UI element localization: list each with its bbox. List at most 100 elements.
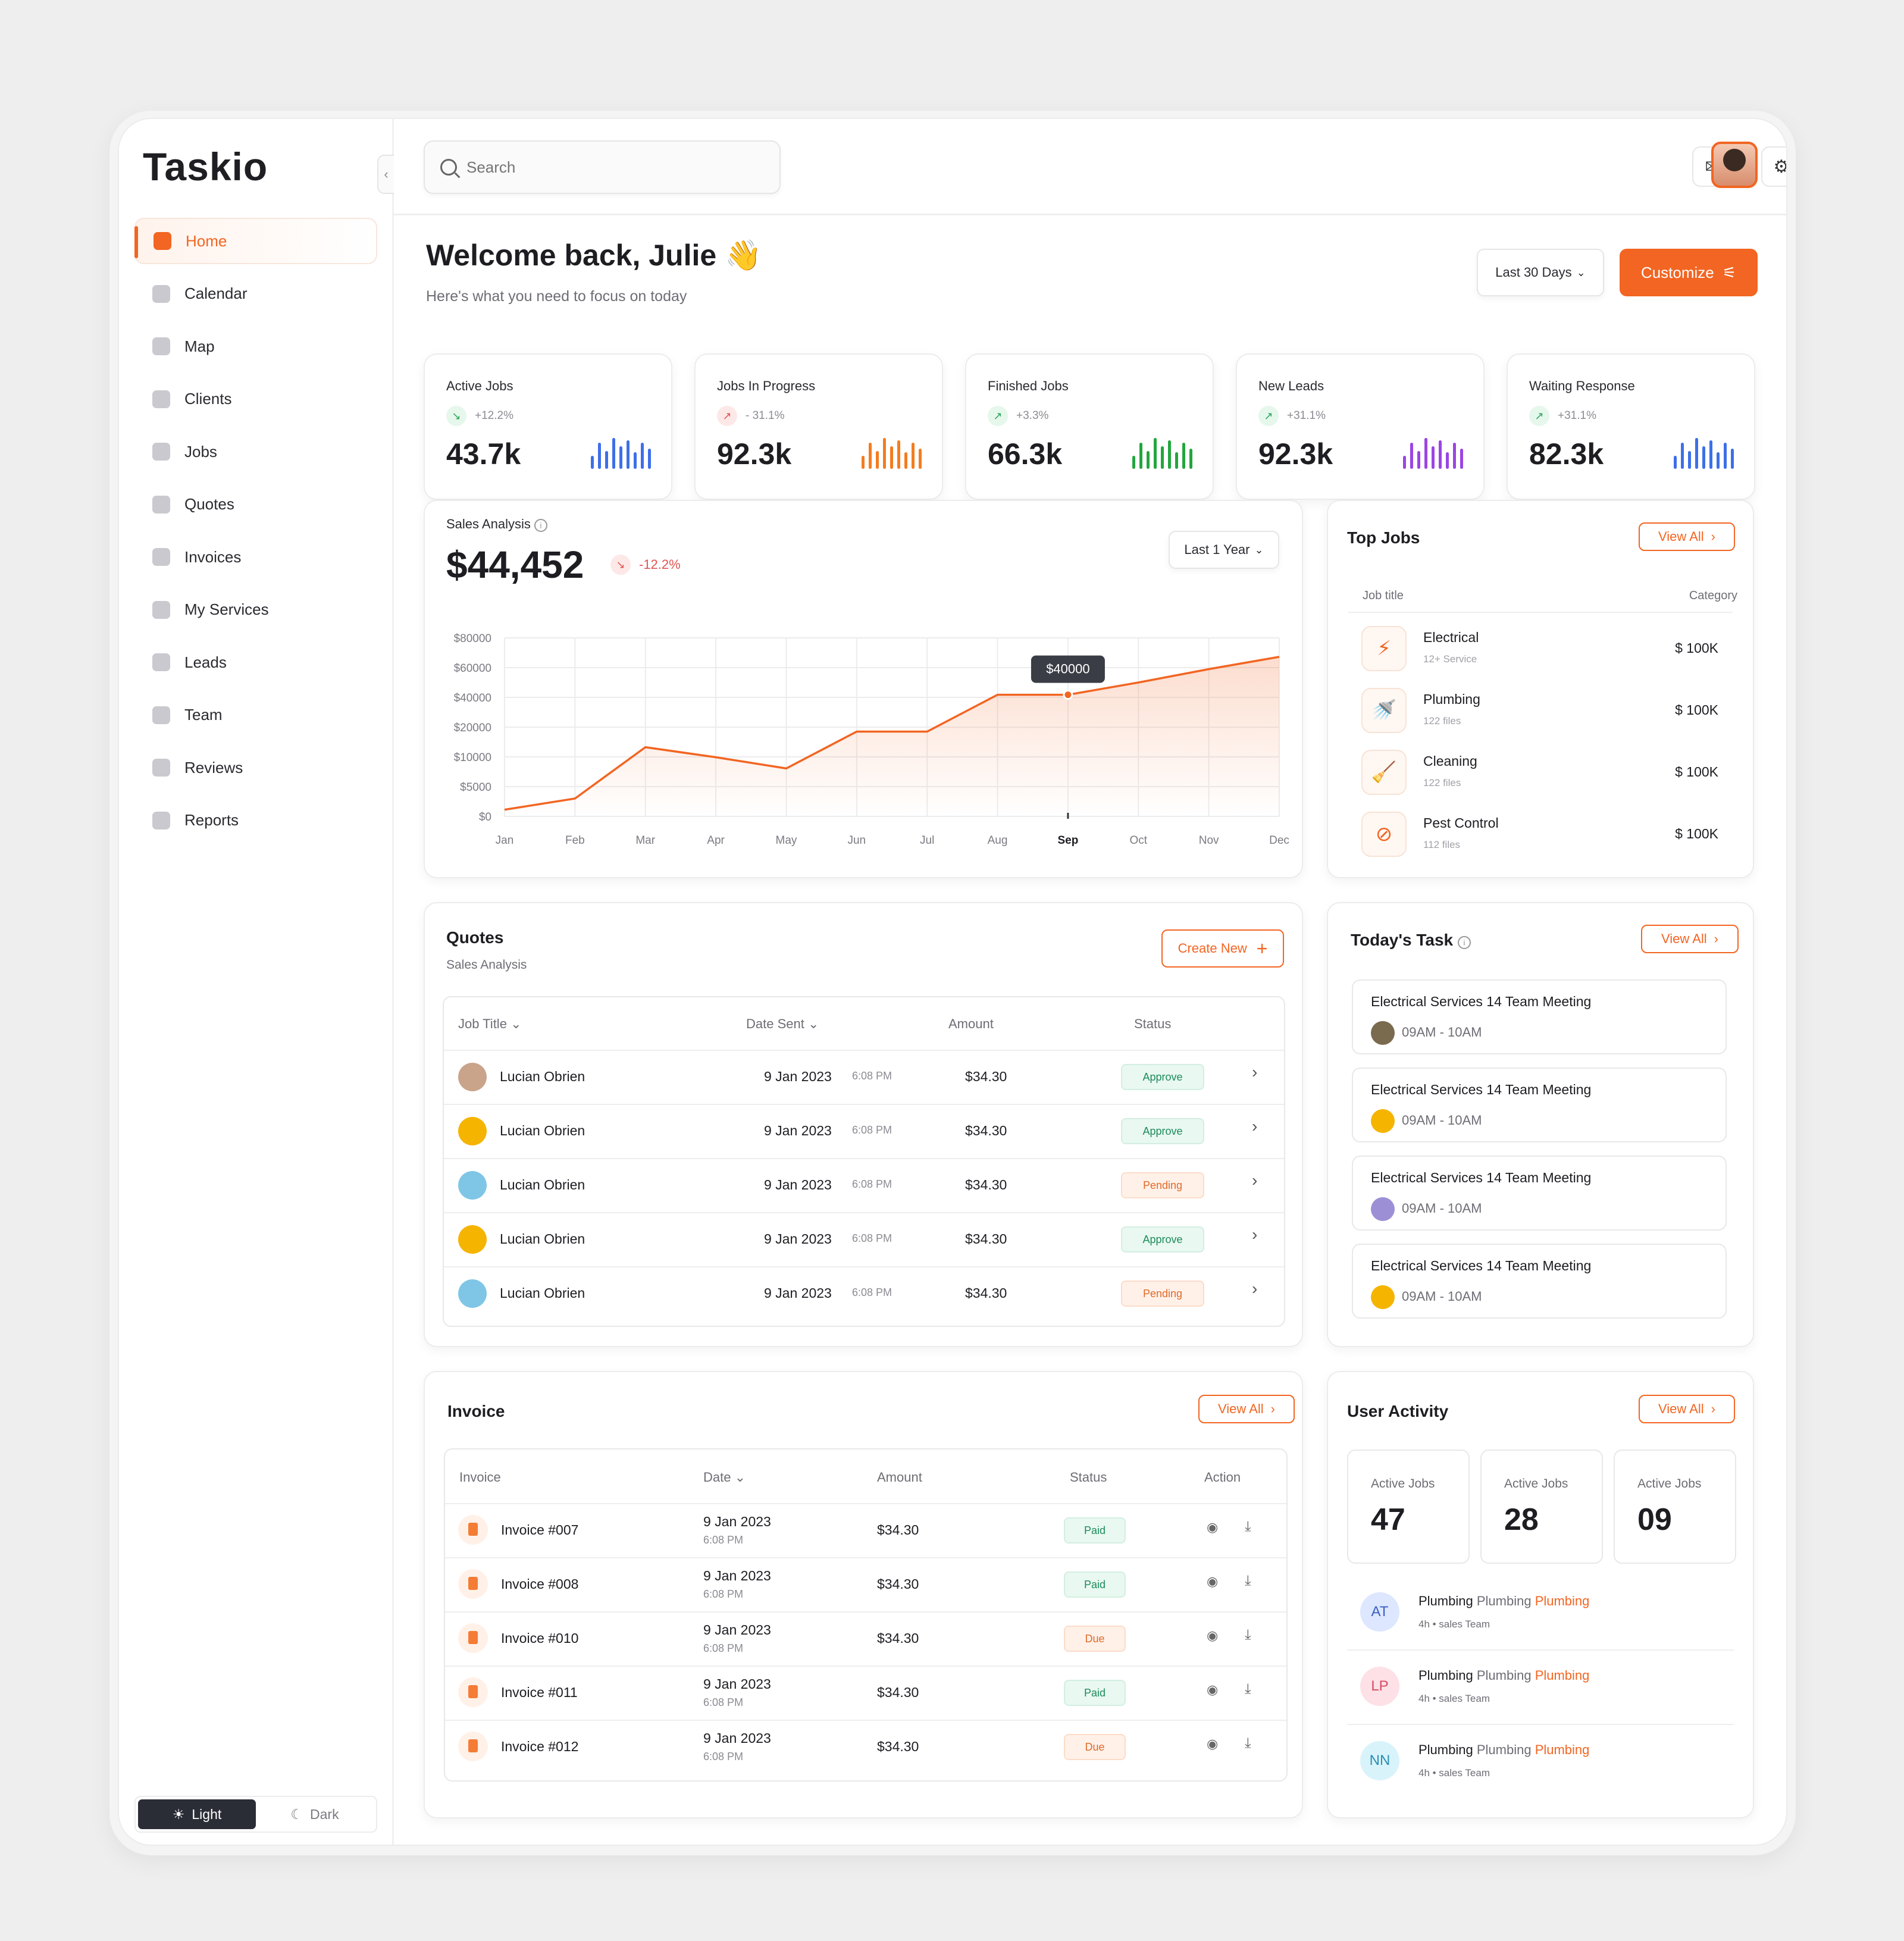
sidebar-item-calendar[interactable]: Calendar bbox=[134, 271, 377, 317]
stat-card-waiting-response[interactable]: Waiting Response ↗ +31.1% 82.3k bbox=[1507, 353, 1755, 500]
col-job-title[interactable]: Job Title ⌄ bbox=[458, 1016, 522, 1032]
date-range-dropdown[interactable]: Last 30 Days ⌄ bbox=[1477, 249, 1604, 296]
download-icon[interactable]: ⤓ bbox=[1245, 1573, 1251, 1589]
search-input[interactable] bbox=[466, 158, 704, 177]
table-row[interactable]: Invoice #008 9 Jan 2023 6:08 PM $34.30 Paid ◉… bbox=[445, 1557, 1286, 1611]
stat-card-new-leads[interactable]: New Leads ↗ +31.1% 92.3k bbox=[1236, 353, 1485, 500]
amount: $34.30 bbox=[877, 1522, 919, 1538]
avatar bbox=[1371, 1197, 1395, 1221]
x-tick-label: Apr bbox=[707, 834, 725, 847]
table-row[interactable]: Invoice #012 9 Jan 2023 6:08 PM $34.30 Due ◉ ⤓ bbox=[445, 1720, 1286, 1774]
avatar bbox=[458, 1225, 487, 1254]
tasks-view-all-button[interactable]: View All › bbox=[1641, 925, 1739, 953]
invoice-time: 6:08 PM bbox=[703, 1696, 744, 1708]
chevron-right-icon[interactable]: › bbox=[1252, 1279, 1257, 1298]
sidebar-item-leads[interactable]: Leads bbox=[134, 639, 377, 685]
chevron-down-icon: ⌄ bbox=[511, 1016, 522, 1031]
eye-icon[interactable]: ◉ bbox=[1207, 1628, 1218, 1643]
amount: $34.30 bbox=[877, 1576, 919, 1592]
quotes-table: Job Title ⌄ Date Sent ⌄ Amount Status Lu… bbox=[443, 996, 1285, 1327]
x-tick-label: Oct bbox=[1129, 834, 1147, 847]
table-row[interactable]: Lucian Obrien 9 Jan 2023 6:08 PM $34.30 Pend… bbox=[444, 1266, 1284, 1320]
sidebar-item-clients[interactable]: Clients bbox=[134, 376, 377, 422]
table-row[interactable]: Lucian Obrien 9 Jan 2023 6:08 PM $34.30 Appr… bbox=[444, 1104, 1284, 1158]
table-row[interactable]: Lucian Obrien 9 Jan 2023 6:08 PM $34.30 Appr… bbox=[444, 1050, 1284, 1104]
sidebar-item-reports[interactable]: Reports bbox=[134, 797, 377, 844]
dark-mode-button[interactable]: ☾ Dark bbox=[256, 1799, 374, 1829]
sidebar-item-jobs[interactable]: Jobs bbox=[134, 428, 377, 475]
sidebar-item-label: My Services bbox=[184, 600, 269, 618]
sidebar-item-reviews[interactable]: Reviews bbox=[134, 744, 377, 791]
table-row[interactable]: Invoice #011 9 Jan 2023 6:08 PM $34.30 Paid ◉… bbox=[445, 1665, 1286, 1720]
task-item[interactable]: Electrical Services 14 Team Meeting 09AM … bbox=[1352, 979, 1727, 1054]
date-sent: 9 Jan 2023 bbox=[764, 1285, 832, 1301]
sidebar-item-team[interactable]: Team bbox=[134, 692, 377, 738]
stat-label: Active Jobs bbox=[1371, 1477, 1435, 1491]
invoice-number: Invoice #012 bbox=[501, 1739, 579, 1754]
table-row[interactable]: Invoice #007 9 Jan 2023 6:08 PM $34.30 Paid ◉… bbox=[445, 1503, 1286, 1557]
sidebar-item-label: Map bbox=[184, 337, 215, 355]
search-box[interactable] bbox=[424, 140, 781, 194]
mini-bar bbox=[1702, 446, 1705, 469]
stat-change: ↗ +3.3% bbox=[988, 406, 1048, 426]
user-avatar[interactable] bbox=[1711, 142, 1758, 188]
eye-icon[interactable]: ◉ bbox=[1207, 1574, 1218, 1589]
table-row[interactable]: Lucian Obrien 9 Jan 2023 6:08 PM $34.30 Pend… bbox=[444, 1158, 1284, 1212]
amount: $34.30 bbox=[965, 1069, 1007, 1084]
customize-button[interactable]: Customize ⚟ bbox=[1620, 249, 1758, 296]
task-title: Electrical Services 14 Team Meeting bbox=[1371, 1082, 1592, 1097]
download-icon[interactable]: ⤓ bbox=[1245, 1735, 1251, 1752]
sidebar-item-home[interactable]: Home bbox=[134, 218, 377, 264]
moon-icon: ☾ bbox=[290, 1806, 303, 1822]
invoice-table: Invoice Date ⌄ Amount Status Action Invo… bbox=[444, 1448, 1288, 1782]
chevron-right-icon: › bbox=[1270, 1401, 1275, 1416]
time-sent: 6:08 PM bbox=[852, 1232, 892, 1244]
table-row[interactable]: Lucian Obrien 9 Jan 2023 6:08 PM $34.30 Appr… bbox=[444, 1212, 1284, 1266]
eye-icon[interactable]: ◉ bbox=[1207, 1520, 1218, 1535]
table-row[interactable]: Invoice #010 9 Jan 2023 6:08 PM $34.30 Due ◉ ⤓ bbox=[445, 1611, 1286, 1665]
sidebar-item-quotes[interactable]: Quotes bbox=[134, 481, 377, 528]
stat-card-jobs-in-progress[interactable]: Jobs In Progress ↗ - 31.1% 92.3k bbox=[694, 353, 943, 500]
create-new-button[interactable]: Create New + bbox=[1161, 929, 1284, 968]
col-date-sent[interactable]: Date Sent ⌄ bbox=[746, 1016, 819, 1032]
x-tick-label: Sep bbox=[1057, 834, 1078, 847]
date-sent: 9 Jan 2023 bbox=[764, 1231, 832, 1247]
top-jobs-view-all-button[interactable]: View All › bbox=[1639, 522, 1735, 551]
light-mode-button[interactable]: ☀ Light bbox=[138, 1799, 256, 1829]
sidebar-item-my-services[interactable]: My Services bbox=[134, 587, 377, 633]
settings-button[interactable]: ⚙ bbox=[1761, 146, 1786, 187]
sidebar-item-map[interactable]: Map bbox=[134, 323, 377, 370]
task-item[interactable]: Electrical Services 14 Team Meeting 09AM … bbox=[1352, 1156, 1727, 1231]
eye-icon[interactable]: ◉ bbox=[1207, 1736, 1218, 1752]
col-date[interactable]: Date ⌄ bbox=[703, 1470, 746, 1485]
download-icon[interactable]: ⤓ bbox=[1245, 1519, 1251, 1535]
mini-bar-chart bbox=[591, 433, 651, 469]
stat-card-finished-jobs[interactable]: Finished Jobs ↗ +3.3% 66.3k bbox=[965, 353, 1214, 500]
chevron-right-icon[interactable]: › bbox=[1252, 1117, 1257, 1136]
sidebar-item-invoices[interactable]: Invoices bbox=[134, 534, 377, 580]
y-tick-label: $60000 bbox=[454, 662, 491, 675]
chevron-right-icon[interactable]: › bbox=[1252, 1063, 1257, 1082]
eye-icon[interactable]: ◉ bbox=[1207, 1682, 1218, 1698]
invoice-view-all-button[interactable]: View All › bbox=[1198, 1395, 1295, 1423]
status-badge: Paid bbox=[1064, 1680, 1126, 1706]
chevron-right-icon[interactable]: › bbox=[1252, 1225, 1257, 1244]
stat-card-active-jobs[interactable]: Active Jobs ↘ +12.2% 43.7k bbox=[424, 353, 672, 500]
stat-label: Active Jobs bbox=[446, 378, 513, 393]
quotes-card: Quotes Sales Analysis Create New + Job Ti… bbox=[424, 902, 1303, 1347]
highlight-point[interactable] bbox=[1063, 690, 1073, 700]
task-item[interactable]: Electrical Services 14 Team Meeting 09AM … bbox=[1352, 1067, 1727, 1142]
job-name: Pest Control bbox=[1423, 815, 1499, 831]
mini-bar bbox=[1417, 451, 1420, 469]
activity-view-all-button[interactable]: View All › bbox=[1639, 1395, 1735, 1423]
download-icon[interactable]: ⤓ bbox=[1245, 1627, 1251, 1643]
chevron-left-icon[interactable]: ‹ bbox=[377, 155, 394, 194]
task-item[interactable]: Electrical Services 14 Team Meeting 09AM … bbox=[1352, 1244, 1727, 1319]
chevron-right-icon: › bbox=[1711, 529, 1715, 544]
chevron-right-icon[interactable]: › bbox=[1252, 1171, 1257, 1190]
invoice-number: Invoice #011 bbox=[501, 1685, 578, 1700]
user-icon bbox=[152, 390, 170, 408]
download-icon[interactable]: ⤓ bbox=[1245, 1681, 1251, 1698]
sales-range-dropdown[interactable]: Last 1 Year ⌄ bbox=[1169, 531, 1279, 569]
divider bbox=[1348, 612, 1733, 613]
